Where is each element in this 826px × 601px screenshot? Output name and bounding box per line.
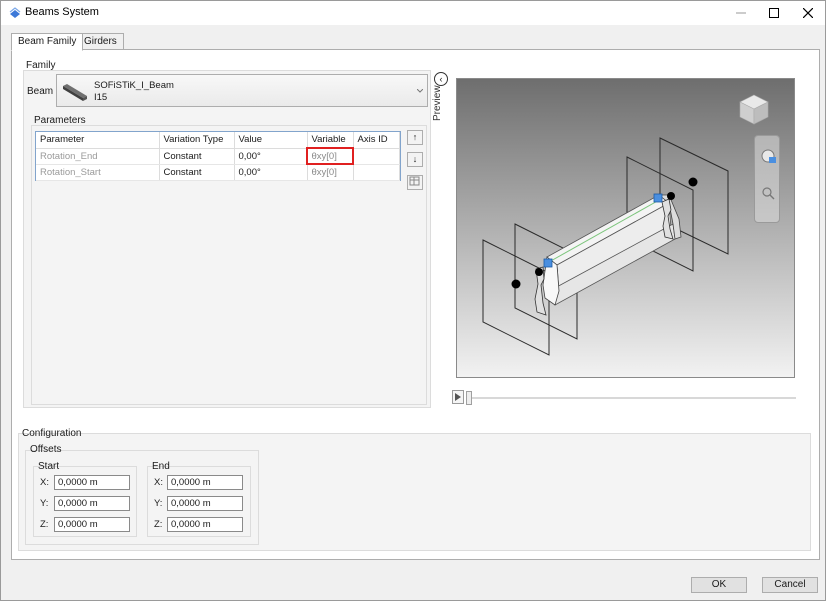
table-options-button[interactable] (407, 175, 423, 190)
beam-type: I15 (94, 92, 108, 103)
end-z-input[interactable]: 0,0000 m (167, 517, 243, 532)
column-header-axis-id[interactable]: Axis ID (353, 132, 400, 149)
app-icon (9, 7, 21, 18)
start-y-label: Y: (40, 498, 49, 509)
column-header-parameter[interactable]: Parameter (36, 132, 160, 149)
cell-variable-highlighted[interactable]: θxy[0] (306, 147, 354, 165)
tab-label: Girders (84, 36, 117, 47)
beam-name: SOFiSTiK_I_Beam (94, 80, 174, 91)
parameters-table[interactable]: Parameter Variation Type Value Variable … (35, 131, 401, 181)
ok-button[interactable]: OK (691, 577, 747, 593)
close-icon (803, 8, 813, 18)
maximize-button[interactable] (756, 1, 792, 25)
title-bar[interactable]: Beams System (1, 1, 825, 25)
tab-girders[interactable]: Girders (77, 33, 124, 50)
end-x-input[interactable]: 0,0000 m (167, 475, 243, 490)
cancel-button[interactable]: Cancel (762, 577, 818, 593)
offsets-group-label: Offsets (30, 444, 62, 455)
column-header-variation-type[interactable]: Variation Type (159, 132, 235, 149)
cell-axis-id[interactable] (353, 148, 400, 165)
cell-variation-type[interactable]: Constant (159, 148, 235, 165)
preview-label: Preview (432, 85, 443, 121)
beam-thumbnail-icon (63, 84, 87, 101)
start-label: Start (38, 461, 60, 472)
chevron-left-icon: ‹ (439, 74, 443, 84)
navigation-bar[interactable] (754, 135, 780, 223)
arrow-up-icon: ↑ (412, 132, 418, 142)
timeline-track[interactable] (468, 397, 796, 399)
arrow-down-icon: ↓ (412, 154, 418, 164)
end-y-label: Y: (154, 498, 163, 509)
cell-variable[interactable]: θxy[0] (307, 164, 354, 181)
timeline-slider-handle[interactable] (466, 391, 472, 405)
3d-preview-viewport[interactable] (456, 78, 795, 378)
end-label: End (152, 461, 170, 472)
end-z-label: Z: (154, 519, 163, 530)
move-up-button[interactable]: ↑ (407, 130, 423, 145)
tab-beam-family[interactable]: Beam Family (11, 33, 84, 51)
family-group-label: Family (26, 60, 56, 71)
move-down-button[interactable]: ↓ (407, 152, 423, 167)
end-x-label: X: (154, 477, 163, 488)
cell-parameter: Rotation_End (36, 148, 160, 165)
cell-variation-type[interactable]: Constant (159, 164, 235, 181)
steering-wheel-icon[interactable] (759, 148, 777, 164)
animation-player (452, 390, 798, 406)
dialog-window: Beams System Beam Family Girders Family … (0, 0, 826, 601)
close-button[interactable] (790, 1, 826, 25)
table-row[interactable]: Rotation_End Constant 0,00° θxy[0] (36, 147, 400, 165)
minimize-button[interactable] (723, 1, 759, 25)
cell-axis-id[interactable] (353, 164, 400, 181)
view-cube-icon[interactable] (737, 93, 771, 127)
play-icon (455, 393, 461, 401)
beam-family-dropdown[interactable]: SOFiSTiK_I_Beam I15 (56, 74, 428, 107)
zoom-icon[interactable] (761, 186, 775, 200)
chevron-down-icon (417, 89, 423, 93)
start-y-input[interactable]: 0,0000 m (54, 496, 130, 511)
cell-parameter: Rotation_Start (36, 164, 160, 181)
start-x-input[interactable]: 0,0000 m (54, 475, 130, 490)
window-title: Beams System (25, 6, 99, 18)
start-z-input[interactable]: 0,0000 m (54, 517, 130, 532)
end-y-input[interactable]: 0,0000 m (167, 496, 243, 511)
start-x-label: X: (40, 477, 49, 488)
minimize-icon (736, 12, 746, 14)
tab-label: Beam Family (18, 36, 77, 47)
play-button[interactable] (452, 390, 464, 404)
column-header-variable[interactable]: Variable (307, 132, 354, 149)
beam-label: Beam (27, 86, 54, 97)
cell-value[interactable]: 0,00° (234, 148, 308, 165)
preview-collapse-button[interactable]: ‹ (434, 72, 448, 86)
column-header-value[interactable]: Value (234, 132, 308, 149)
start-z-label: Z: (40, 519, 49, 530)
table-row[interactable]: Rotation_Start Constant 0,00° θxy[0] (36, 164, 400, 181)
parameters-group-label: Parameters (34, 115, 86, 126)
configuration-group-label: Configuration (22, 428, 82, 439)
table-header-row: Parameter Variation Type Value Variable … (36, 132, 400, 149)
maximize-icon (769, 8, 779, 18)
cell-value[interactable]: 0,00° (234, 164, 308, 181)
table-settings-icon (409, 176, 420, 186)
